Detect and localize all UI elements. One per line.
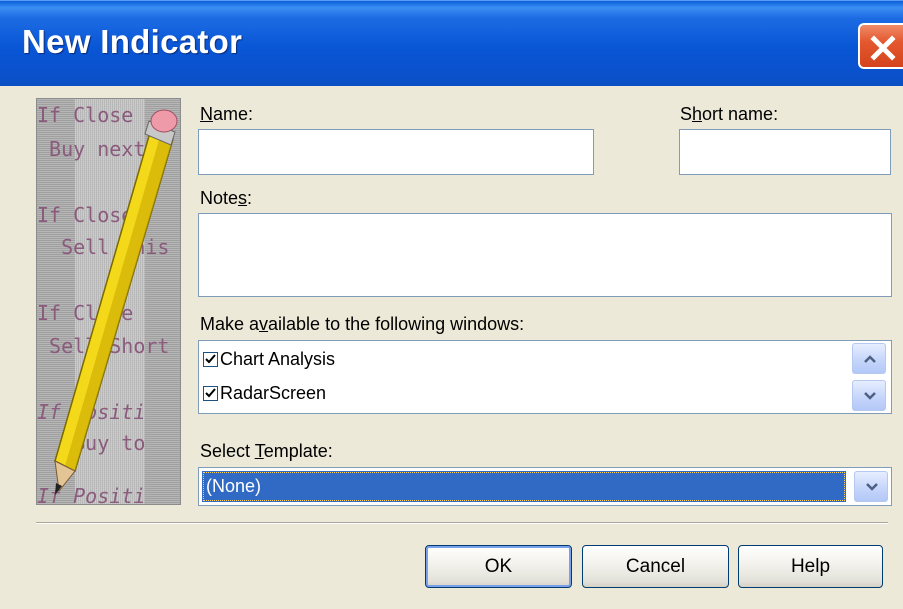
notes-label-pre: Note xyxy=(200,188,239,208)
windows-mnemonic: v xyxy=(259,314,269,334)
radarscreen-checkbox[interactable] xyxy=(203,385,218,401)
notes-label-text: : xyxy=(247,188,253,208)
short-name-input[interactable] xyxy=(679,129,891,175)
pencil-icon xyxy=(54,109,178,495)
template-mnemonic: T xyxy=(254,441,264,461)
name-label: Name: xyxy=(200,104,253,125)
list-item[interactable]: Chart Analysis xyxy=(203,348,335,370)
notes-textarea[interactable] xyxy=(198,213,892,297)
short-name-label-pre: S xyxy=(680,104,693,124)
template-select[interactable]: (None) xyxy=(198,467,892,506)
windows-listbox[interactable]: Chart Analysis RadarScreen xyxy=(198,340,892,414)
template-label-text: emplate: xyxy=(263,441,333,461)
short-name-mnemonic: h xyxy=(692,104,703,124)
notes-mnemonic: s xyxy=(238,188,248,208)
short-name-label-text: ort name: xyxy=(702,104,779,124)
windows-label-text: ailable to the following windows: xyxy=(268,314,525,334)
list-item[interactable]: RadarScreen xyxy=(203,382,326,404)
close-icon xyxy=(870,35,896,61)
window-title: New Indicator xyxy=(22,23,243,60)
cancel-button[interactable]: Cancel xyxy=(582,545,729,588)
divider xyxy=(36,522,888,524)
new-indicator-dialog: New Indicator If Close Buy next If Close… xyxy=(0,0,903,609)
ok-button[interactable]: OK xyxy=(425,545,572,588)
close-button[interactable] xyxy=(858,23,903,69)
notes-label: Notes: xyxy=(200,188,252,209)
name-input[interactable] xyxy=(198,129,594,175)
windows-label-pre: Make a xyxy=(200,314,260,334)
list-item-label: Chart Analysis xyxy=(220,348,336,369)
checkmark-icon xyxy=(205,353,216,363)
name-mnemonic: N xyxy=(200,104,213,124)
template-label: Select Template: xyxy=(200,441,333,462)
short-name-label: Short name: xyxy=(680,104,778,125)
name-label-text: ame: xyxy=(213,104,254,124)
chevron-down-icon xyxy=(866,483,878,491)
scroll-up-icon xyxy=(864,355,876,363)
help-button[interactable]: Help xyxy=(738,545,883,588)
scroll-up-button[interactable] xyxy=(852,343,886,374)
template-dropdown-button[interactable] xyxy=(854,471,888,502)
scroll-down-button[interactable] xyxy=(852,380,886,411)
pencil-illustration: If Close Buy next If Close Sell This If … xyxy=(36,98,181,505)
template-label-pre: Select xyxy=(200,441,255,461)
windows-label: Make available to the following windows: xyxy=(200,314,524,335)
chart-analysis-checkbox[interactable] xyxy=(203,351,218,367)
scroll-down-icon xyxy=(864,392,876,400)
template-selected-value[interactable]: (None) xyxy=(202,471,846,502)
list-item-label: RadarScreen xyxy=(220,382,327,403)
title-bar[interactable]: New Indicator xyxy=(0,0,903,86)
checkmark-icon xyxy=(205,387,216,397)
